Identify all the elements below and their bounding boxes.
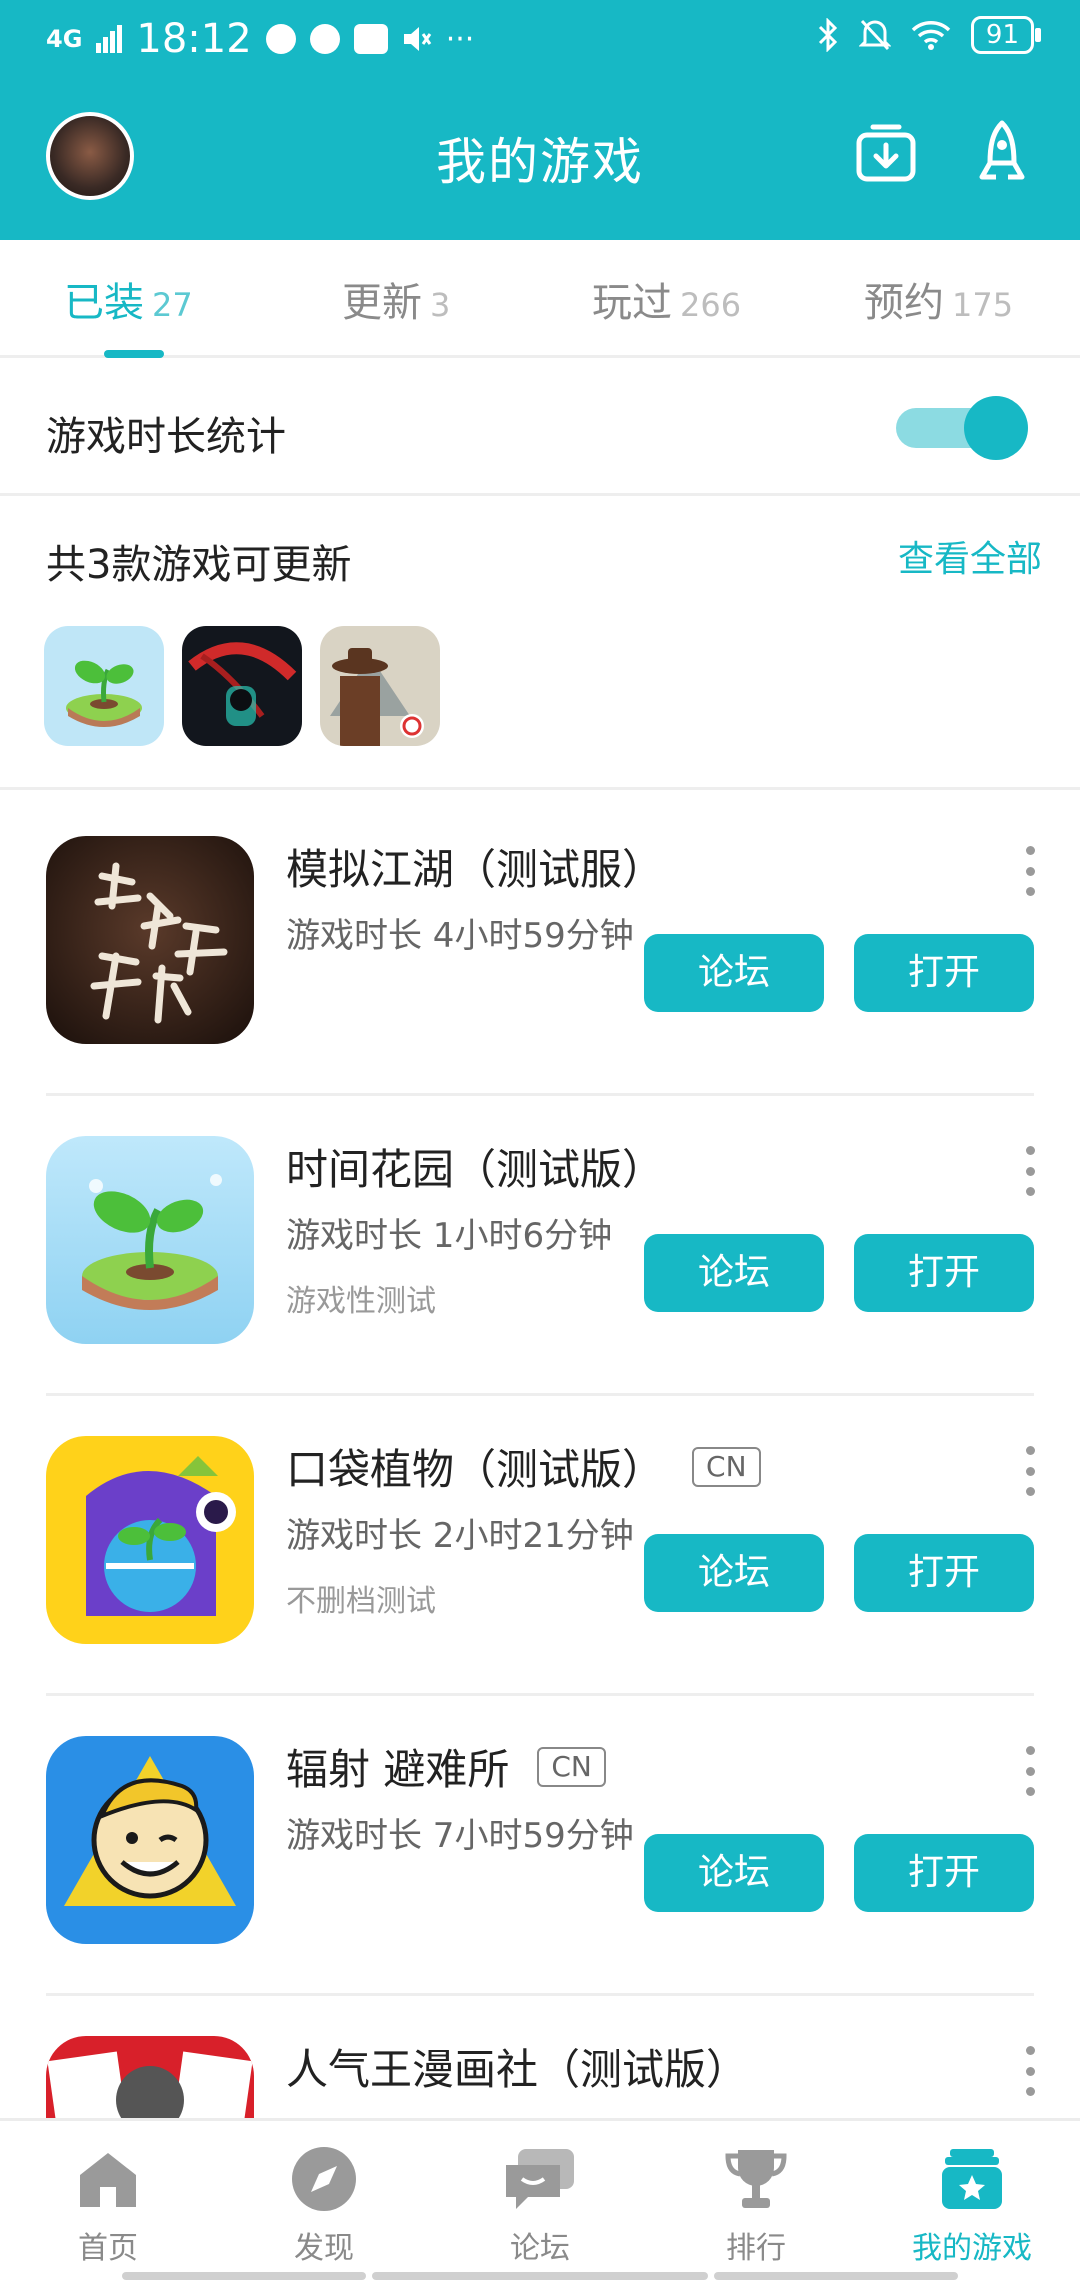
nav-label: 发现 xyxy=(294,2231,354,2266)
tab-bar: 已装 27 更新 3 玩过 266 预约 175 xyxy=(0,240,1080,358)
updates-title: 共3款游戏可更新 xyxy=(46,542,352,588)
region-badge: CN xyxy=(692,1446,761,1487)
tab-count: 175 xyxy=(952,286,1014,324)
tab-label: 预约 xyxy=(864,280,944,326)
nav-forum[interactable]: 论坛 xyxy=(460,2143,620,2267)
tab-played[interactable]: 玩过 266 xyxy=(592,270,741,328)
open-button[interactable]: 打开 xyxy=(854,1834,1034,1912)
home-icon xyxy=(72,2143,144,2215)
nav-my-games[interactable]: 我的游戏 xyxy=(892,2143,1052,2267)
download-manager-button[interactable] xyxy=(850,118,922,190)
game-title: 时间花园（测试版） xyxy=(286,1145,665,1194)
download-icon xyxy=(856,124,916,182)
rocket-icon xyxy=(979,120,1025,180)
game-playtime: 游戏时长 4小时59分钟 xyxy=(286,916,634,956)
game-icon[interactable] xyxy=(46,836,254,1044)
tab-count: 27 xyxy=(152,286,193,324)
playtime-stats-row: 游戏时长统计 xyxy=(0,358,1080,496)
update-game-icon-cowboy[interactable] xyxy=(320,626,440,746)
game-icon[interactable] xyxy=(46,1436,254,1644)
wifi-icon xyxy=(911,21,951,50)
game-item[interactable]: 辐射 避难所 CN 游戏时长 7小时59分钟 论坛 打开 xyxy=(0,1696,1080,1996)
game-icon[interactable] xyxy=(46,1736,254,1944)
nav-home[interactable]: 首页 xyxy=(28,2143,188,2267)
game-playtime: 游戏时长 1小时6分钟 xyxy=(286,1216,613,1256)
open-button[interactable]: 打开 xyxy=(854,1234,1034,1312)
nav-discover[interactable]: 发现 xyxy=(244,2143,404,2267)
toggle-knob xyxy=(964,396,1028,460)
game-item[interactable]: 模拟江湖（测试服） 游戏时长 4小时59分钟 论坛 打开 xyxy=(0,796,1080,1096)
nav-rank[interactable]: 排行 xyxy=(676,2143,836,2267)
bell-off-icon xyxy=(858,19,891,51)
music-notification-icon xyxy=(265,24,296,54)
status-bar: 4G 18:12 ··· 91 xyxy=(0,10,1080,70)
forum-button[interactable]: 论坛 xyxy=(644,934,824,1012)
tab-count: 266 xyxy=(680,286,742,324)
forum-button[interactable]: 论坛 xyxy=(644,1534,824,1612)
tab-label: 玩过 xyxy=(592,280,672,326)
updates-section: 共3款游戏可更新 查看全部 xyxy=(0,496,1080,790)
more-options-icon[interactable] xyxy=(1018,1746,1042,1796)
system-gesture-bar[interactable] xyxy=(714,2272,958,2280)
tab-label: 已装 xyxy=(64,280,144,326)
game-icon[interactable] xyxy=(46,1136,254,1344)
view-all-link[interactable]: 查看全部 xyxy=(898,530,1042,582)
playtime-stats-toggle[interactable] xyxy=(896,396,1032,460)
mail-notification-icon xyxy=(353,24,388,54)
update-game-icon-time-garden[interactable] xyxy=(44,626,164,746)
forum-button[interactable]: 论坛 xyxy=(644,1834,824,1912)
tab-installed[interactable]: 已装 27 xyxy=(64,270,193,328)
nav-label: 论坛 xyxy=(510,2231,570,2266)
game-tagline: 游戏性测试 xyxy=(286,1284,436,1319)
game-item[interactable]: 时间花园（测试版） 游戏时长 1小时6分钟 游戏性测试 论坛 打开 xyxy=(0,1096,1080,1396)
region-badge: CN xyxy=(537,1746,606,1787)
tab-reserved[interactable]: 预约 175 xyxy=(864,270,1013,328)
more-options-icon[interactable] xyxy=(1018,846,1042,896)
game-playtime: 游戏时长 2小时21分钟 xyxy=(286,1516,634,1556)
game-title: 口袋植物（测试版） xyxy=(286,1445,665,1494)
game-icon[interactable] xyxy=(46,2036,254,2118)
open-button[interactable]: 打开 xyxy=(854,934,1034,1012)
forum-button[interactable]: 论坛 xyxy=(644,1234,824,1312)
bottom-navigation: 首页 发现 论坛 排行 我的游戏 xyxy=(0,2118,1080,2280)
nav-label: 排行 xyxy=(726,2231,786,2266)
tab-count: 3 xyxy=(430,286,451,324)
signal-network-label: 4G xyxy=(46,25,83,53)
qq-notification-icon xyxy=(309,24,340,54)
chat-icon xyxy=(504,2143,576,2215)
game-item[interactable]: 人气王漫画社（测试版） xyxy=(0,1996,1080,2118)
update-game-icon-dark-game[interactable] xyxy=(182,626,302,746)
system-gesture-bar[interactable] xyxy=(122,2272,366,2280)
more-notifications-icon: ··· xyxy=(445,21,475,57)
open-button[interactable]: 打开 xyxy=(854,1534,1034,1612)
more-options-icon[interactable] xyxy=(1018,1446,1042,1496)
more-options-icon[interactable] xyxy=(1018,1146,1042,1196)
game-tagline: 不删档测试 xyxy=(286,1584,436,1619)
bluetooth-icon xyxy=(818,18,838,52)
rocket-boost-button[interactable] xyxy=(966,118,1038,190)
game-playtime: 游戏时长 7小时59分钟 xyxy=(286,1816,634,1856)
battery-indicator: 91 xyxy=(970,16,1042,54)
system-gesture-bar[interactable] xyxy=(372,2272,708,2280)
more-options-icon[interactable] xyxy=(1018,2046,1042,2096)
app-header: 4G 18:12 ··· 91 我的游戏 xyxy=(0,0,1080,240)
nav-label: 首页 xyxy=(78,2231,138,2266)
signal-icon xyxy=(96,25,123,53)
game-item[interactable]: 口袋植物（测试版） CN 游戏时长 2小时21分钟 不删档测试 论坛 打开 xyxy=(0,1396,1080,1696)
tab-label: 更新 xyxy=(342,280,422,326)
game-title: 人气王漫画社（测试版） xyxy=(286,2045,749,2094)
status-time: 18:12 xyxy=(136,16,252,62)
game-title: 辐射 避难所 xyxy=(286,1745,510,1794)
nav-label: 我的游戏 xyxy=(912,2231,1032,2266)
compass-icon xyxy=(288,2143,360,2215)
playtime-stats-label: 游戏时长统计 xyxy=(46,414,286,460)
mute-icon xyxy=(403,27,431,51)
tab-updates[interactable]: 更新 3 xyxy=(342,270,450,328)
trophy-icon xyxy=(720,2143,792,2215)
my-games-icon xyxy=(936,2143,1008,2215)
active-tab-indicator xyxy=(104,350,164,358)
game-title: 模拟江湖（测试服） xyxy=(286,845,665,894)
